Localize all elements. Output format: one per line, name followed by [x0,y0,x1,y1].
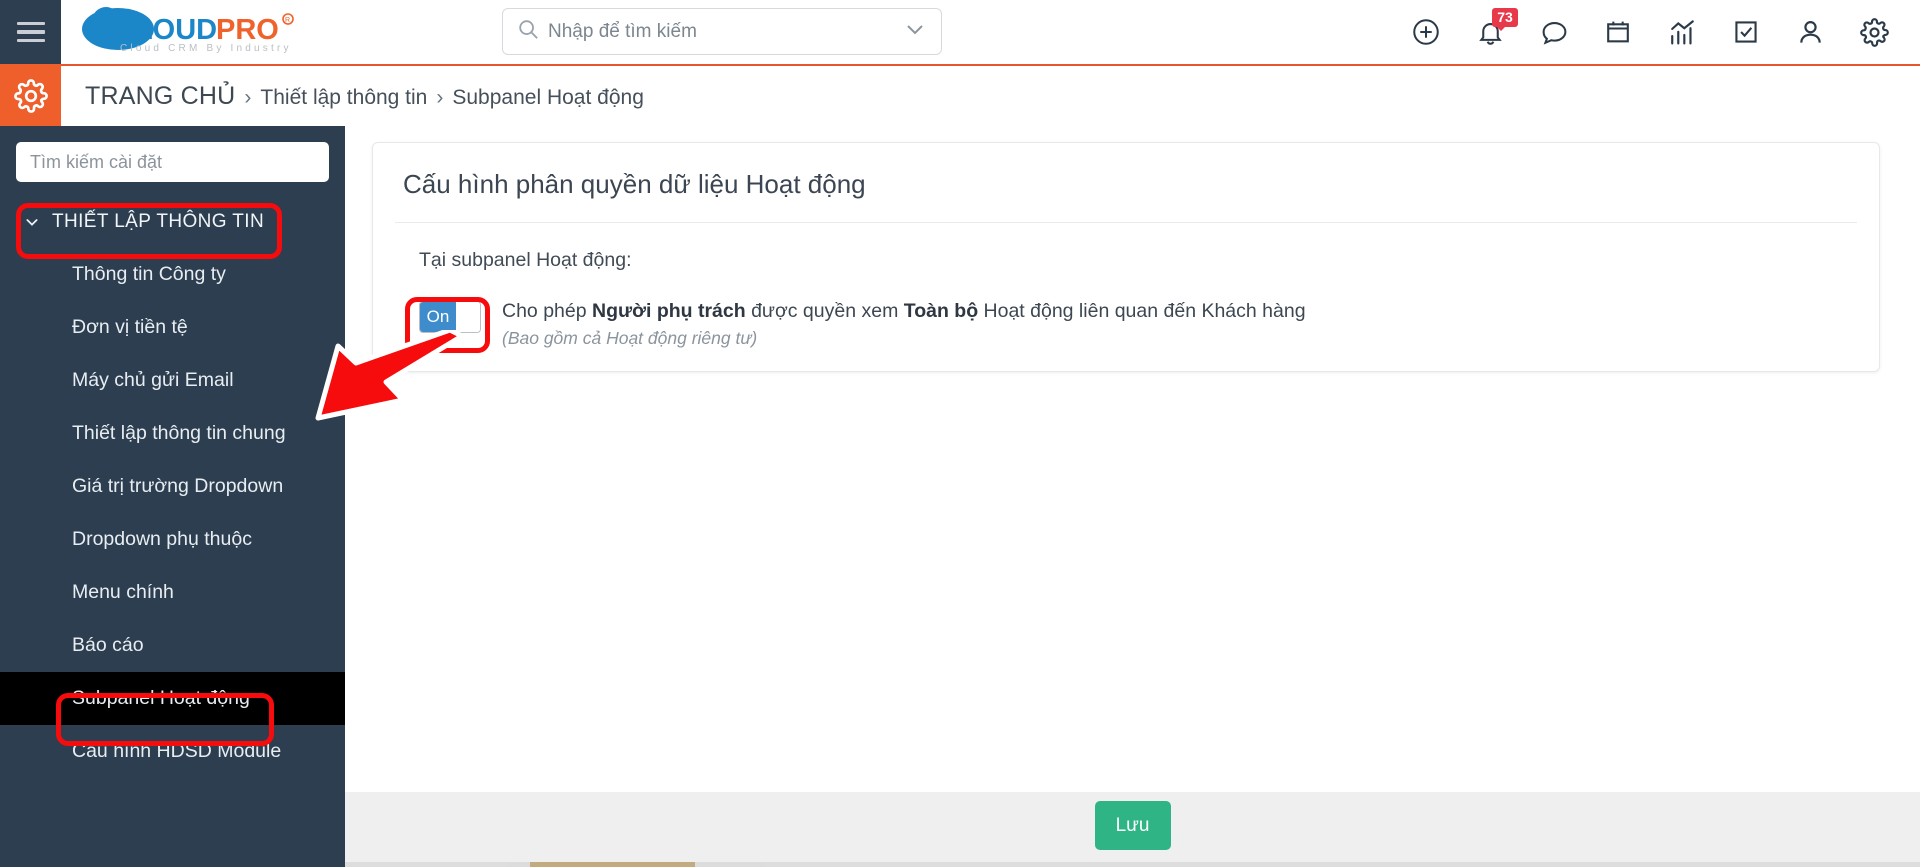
search-icon [517,18,539,45]
sidebar-item-label: Báo cáo [72,634,144,656]
config-card: Cấu hình phân quyền dữ liệu Hoạt động Tạ… [372,142,1880,372]
bell-icon[interactable]: 73 [1458,0,1522,64]
calendar-icon[interactable] [1586,0,1650,64]
footer-bar: Lưu [345,792,1920,867]
breadcrumb-separator: › [244,85,252,109]
save-button[interactable]: Lưu [1094,801,1171,850]
svg-text:Cloud CRM By Industry: Cloud CRM By Industry [120,43,292,54]
chevron-down-icon [24,214,40,230]
permission-bold-all: Toàn bộ [903,300,979,322]
breadcrumb-item-current: Subpanel Hoạt động [452,85,644,109]
sidebar-item-label: Subpanel Hoạt động [72,687,250,709]
breadcrumb-separator: › [436,85,444,109]
sidebar-search-box[interactable] [16,142,329,182]
hamburger-menu-button[interactable] [0,0,61,64]
sidebar-group-settings[interactable]: THIẾT LẬP THÔNG TIN [0,196,345,248]
card-body: Tại subpanel Hoạt động: On Cho phép Ngườ… [403,223,1849,349]
permission-part1: Cho phép [502,300,592,322]
sidebar-item-label: Menu chính [72,581,174,603]
app-root: CLOUD PRO R Cloud CRM By Industry Nhập đ… [0,0,1920,867]
sidebar-item-subpanel-hoat-dong[interactable]: Subpanel Hoạt động [0,672,345,725]
sidebar-item-bao-cao[interactable]: Báo cáo [0,619,345,672]
permission-sentence: Cho phép Người phụ trách được quyền xem … [502,299,1306,323]
hamburger-icon [16,17,45,48]
sidebar-item-thong-tin-cong-ty[interactable]: Thông tin Công ty [0,248,345,301]
permission-toggle-row: On Cho phép Người phụ trách được quyền x… [403,299,1849,349]
svg-text:PRO: PRO [216,14,279,46]
checkbox-icon[interactable] [1714,0,1778,64]
sidebar-item-label: Máy chủ gửi Email [72,369,234,391]
sidebar-item-label: Đơn vị tiền tệ [72,316,188,338]
logo-icon: CLOUD PRO R Cloud CRM By Industry [82,7,294,54]
main-content: Cấu hình phân quyền dữ liệu Hoạt động Tạ… [345,126,1920,792]
page-bottom-sliver-content [530,862,695,867]
sidebar-item-dropdown-phu-thuoc[interactable]: Dropdown phụ thuộc [0,513,345,566]
add-circle-icon[interactable] [1394,0,1458,64]
sidebar-item-label: Thông tin Công ty [72,263,226,285]
sidebar-item-thiet-lap-thong-tin-chung[interactable]: Thiết lập thông tin chung [0,407,345,460]
breadcrumb-item-settings[interactable]: Thiết lập thông tin [260,86,427,110]
permission-bold-owner: Người phụ trách [592,300,746,322]
global-search [502,8,942,55]
sidebar-item-label: Thiết lập thông tin chung [72,422,286,444]
user-icon[interactable] [1778,0,1842,64]
gear-icon[interactable] [1842,0,1906,64]
permission-part2: được quyền xem [745,300,904,322]
sidebar-search-input[interactable] [30,151,315,173]
sidebar-item-label: Dropdown phụ thuộc [72,528,252,550]
toggle-on-label: On [420,302,456,332]
sidebar-item-label: Cấu hình HDSD Module [72,740,282,762]
page-title: Cấu hình phân quyền dữ liệu Hoạt động [403,169,866,199]
chat-icon[interactable] [1522,0,1586,64]
sidebar-item-gia-tri-truong-dropdown[interactable]: Giá trị trường Dropdown [0,460,345,513]
chevron-down-icon[interactable] [903,17,927,46]
breadcrumb-bar: TRANG CHỦ › Thiết lập thông tin › Subpan… [0,64,1920,128]
svg-text:CLOUD: CLOUD [114,14,217,46]
notification-badge: 73 [1492,8,1518,32]
page-bottom-sliver [345,862,1920,867]
breadcrumb-item-home[interactable]: TRANG CHỦ [85,82,235,111]
sidebar-group-label: THIẾT LẬP THÔNG TIN [52,211,265,232]
permission-description: Cho phép Người phụ trách được quyền xem … [502,299,1306,349]
gear-icon [13,79,48,113]
sidebar-item-may-chu-gui-email[interactable]: Máy chủ gửi Email [0,354,345,407]
permission-toggle[interactable]: On [419,301,481,333]
header-icon-bar: 73 [1394,0,1906,64]
global-search-box[interactable] [502,8,942,55]
sidebar-item-cau-hinh-hdsd-module[interactable]: Cấu hình HDSD Module [0,725,345,778]
sidebar-item-menu-chinh[interactable]: Menu chính [0,566,345,619]
sidebar-item-label: Giá trị trường Dropdown [72,475,284,497]
cloudpro-logo[interactable]: CLOUD PRO R Cloud CRM By Industry [72,0,322,64]
toggle-knob [456,302,480,332]
permission-note: (Bao gồm cả Hoạt động riêng tư) [502,328,758,349]
chart-icon[interactable] [1650,0,1714,64]
permission-part3: Hoạt động liên quan đến Khách hàng [978,300,1306,322]
breadcrumb: TRANG CHỦ › Thiết lập thông tin › Subpan… [85,82,644,111]
section-label: Tại subpanel Hoạt động: [419,249,632,271]
search-input[interactable] [548,20,903,43]
sidebar-item-don-vi-tien-te[interactable]: Đơn vị tiền tệ [0,301,345,354]
svg-text:R: R [285,17,290,24]
settings-gear-button[interactable] [0,64,61,128]
top-header: CLOUD PRO R Cloud CRM By Industry Nhập đ… [0,0,1920,64]
sidebar: THIẾT LẬP THÔNG TIN Thông tin Công ty Đơ… [0,126,345,867]
